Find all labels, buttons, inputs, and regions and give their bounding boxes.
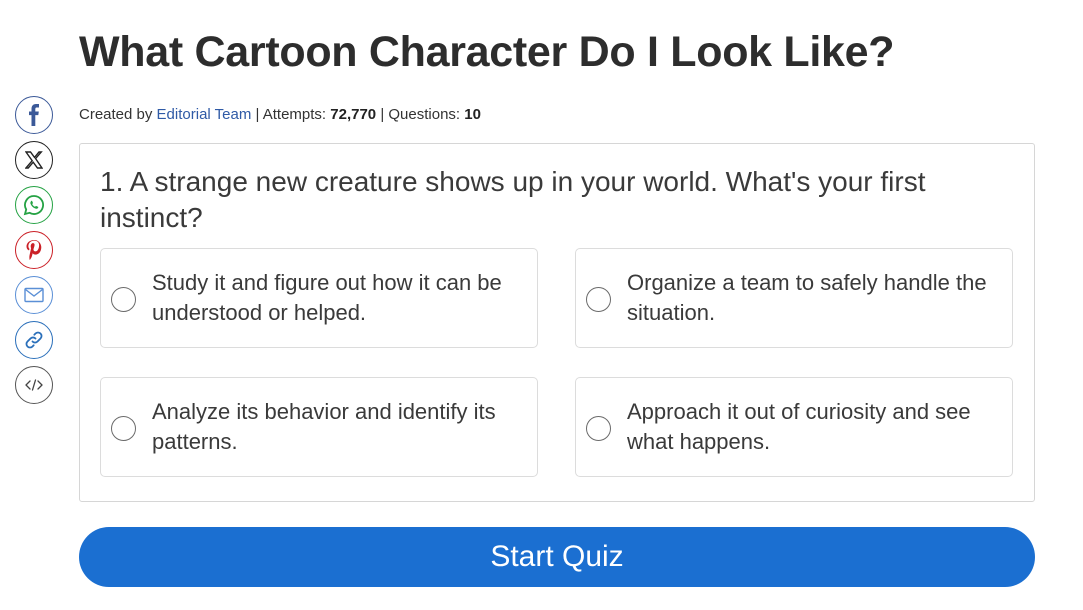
attempts-count: 72,770: [330, 106, 377, 123]
author-link[interactable]: Editorial Team: [157, 106, 252, 123]
pinterest-icon: [25, 239, 43, 261]
questions-label: | Questions:: [376, 106, 465, 123]
answer-option-2[interactable]: Organize a team to safely handle the sit…: [575, 248, 1013, 348]
share-rail: [15, 96, 53, 404]
question-card: 1. A strange new creature shows up in yo…: [79, 143, 1035, 502]
answer-option-label: Organize a team to safely handle the sit…: [627, 270, 987, 325]
embed-icon: [25, 379, 43, 391]
attempts-label: | Attempts:: [251, 106, 331, 123]
quiz-meta: Created by Editorial Team | Attempts: 72…: [79, 106, 481, 123]
quiz-title: What Cartoon Character Do I Look Like?: [79, 28, 895, 76]
answer-option-3[interactable]: Analyze its behavior and identify its pa…: [100, 377, 538, 477]
question-text: 1. A strange new creature shows up in yo…: [100, 166, 926, 233]
copy-link-button[interactable]: [15, 321, 53, 359]
mail-icon: [24, 287, 44, 303]
quiz-page: What Cartoon Character Do I Look Like? C…: [0, 0, 1083, 610]
facebook-icon: [24, 104, 44, 126]
x-icon: [25, 151, 43, 169]
answer-option-label: Study it and figure out how it can be un…: [152, 270, 502, 325]
whatsapp-icon: [23, 194, 45, 216]
answer-option-label: Analyze its behavior and identify its pa…: [152, 399, 496, 454]
share-pinterest-button[interactable]: [15, 231, 53, 269]
share-email-button[interactable]: [15, 276, 53, 314]
radio-button[interactable]: [111, 416, 136, 441]
link-icon: [24, 330, 44, 350]
share-facebook-button[interactable]: [15, 96, 53, 134]
start-quiz-button[interactable]: Start Quiz: [79, 527, 1035, 587]
created-by-label: Created by: [79, 106, 157, 123]
answer-option-label: Approach it out of curiosity and see wha…: [627, 399, 971, 454]
radio-button[interactable]: [111, 287, 136, 312]
embed-button[interactable]: [15, 366, 53, 404]
radio-button[interactable]: [586, 287, 611, 312]
share-whatsapp-button[interactable]: [15, 186, 53, 224]
radio-button[interactable]: [586, 416, 611, 441]
share-x-button[interactable]: [15, 141, 53, 179]
questions-count: 10: [464, 106, 481, 123]
answer-option-1[interactable]: Study it and figure out how it can be un…: [100, 248, 538, 348]
answer-option-4[interactable]: Approach it out of curiosity and see wha…: [575, 377, 1013, 477]
